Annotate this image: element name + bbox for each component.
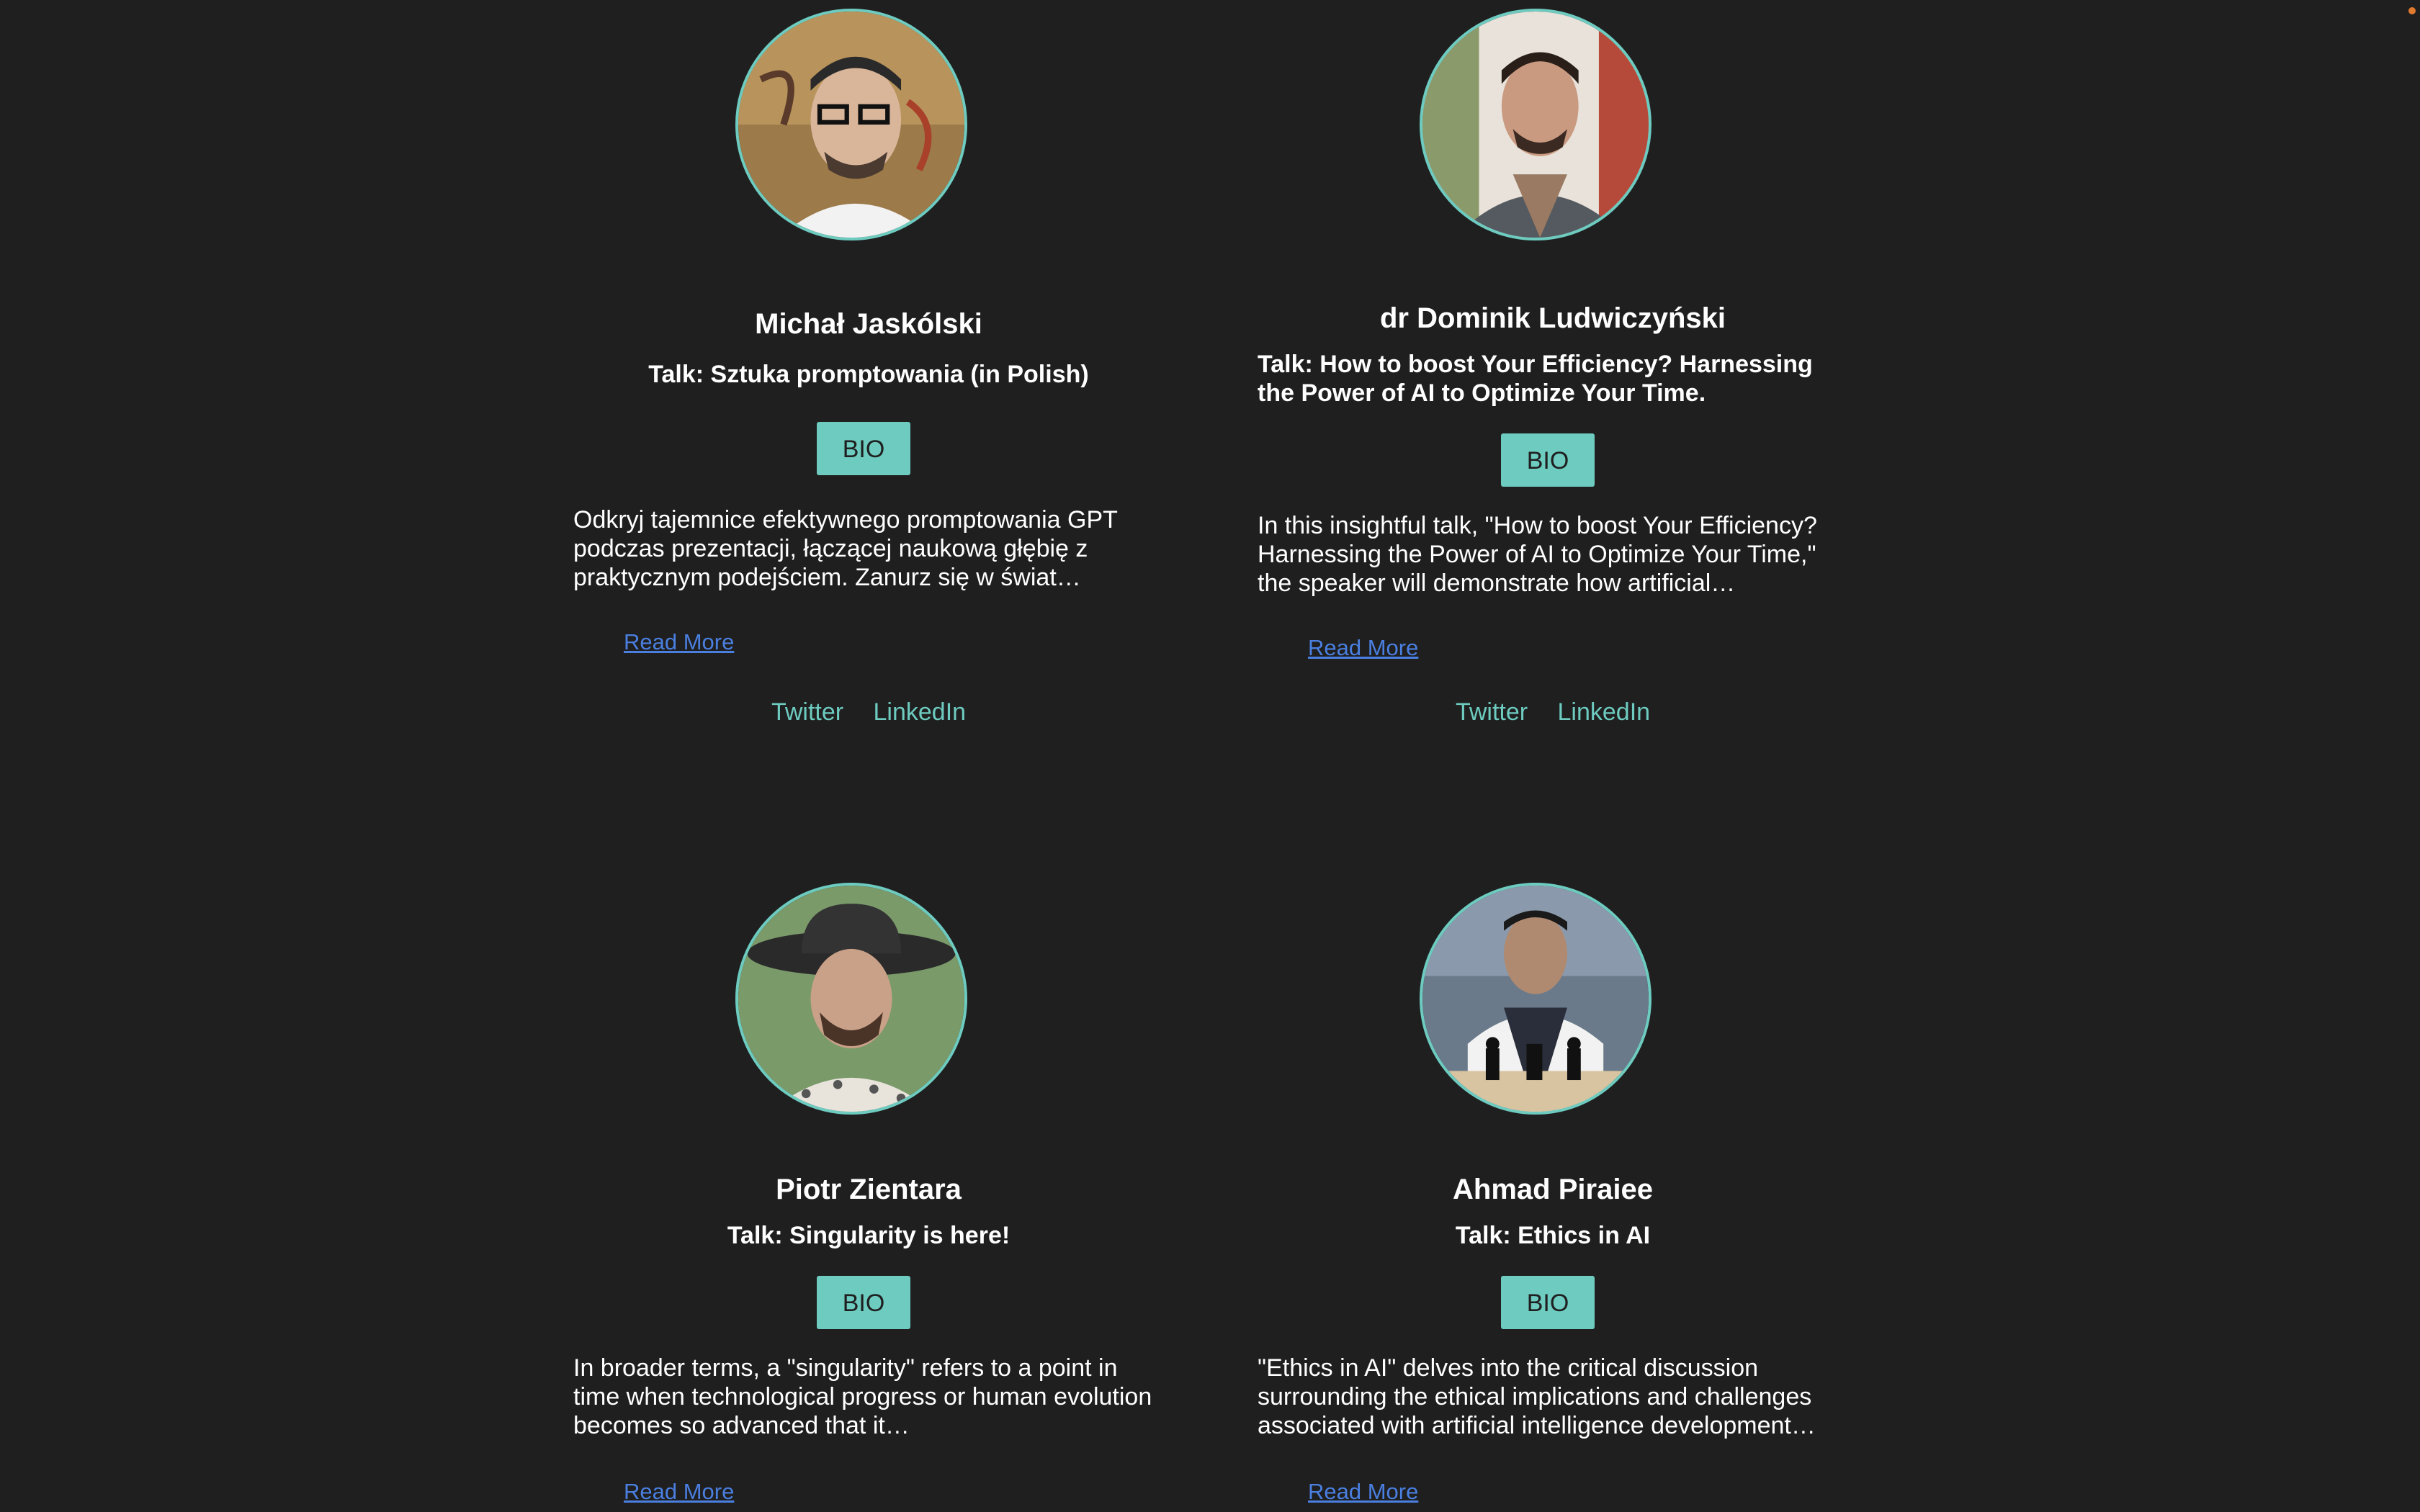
read-more-link[interactable]: Read More bbox=[1308, 1479, 1418, 1505]
bio-button[interactable]: BIO bbox=[1501, 1276, 1595, 1329]
social-links: Twitter LinkedIn bbox=[573, 698, 1164, 726]
talk-description: In this insightful talk, "How to boost Y… bbox=[1258, 512, 1817, 597]
read-more-link[interactable]: Read More bbox=[1308, 635, 1418, 661]
twitter-link[interactable]: Twitter bbox=[771, 698, 843, 726]
read-more-link[interactable]: Read More bbox=[624, 629, 734, 655]
linkedin-link[interactable]: LinkedIn bbox=[874, 698, 967, 726]
speakers-page: Michał Jaskólski Talk: Sztuka promptowan… bbox=[0, 0, 2420, 1512]
speaker-photo bbox=[735, 9, 967, 240]
person-photo-icon bbox=[1422, 12, 1649, 238]
speaker-name: dr Dominik Ludwiczyński bbox=[1379, 302, 1726, 334]
person-photo-icon bbox=[738, 886, 964, 1112]
speaker-photo bbox=[1420, 9, 1652, 240]
status-dot-icon bbox=[2408, 7, 2416, 14]
talk-title: Talk: Singularity is here! bbox=[727, 1222, 1010, 1249]
talk-title: Talk: How to boost Your Efficiency? Harn… bbox=[1258, 351, 1813, 407]
person-photo-icon bbox=[1422, 886, 1649, 1112]
speaker-name: Piotr Zientara bbox=[776, 1174, 962, 1205]
bio-button[interactable]: BIO bbox=[817, 422, 910, 475]
talk-description: "Ethics in AI" delves into the critical … bbox=[1258, 1354, 1816, 1439]
twitter-link[interactable]: Twitter bbox=[1456, 698, 1528, 726]
linkedin-link[interactable]: LinkedIn bbox=[1558, 698, 1651, 726]
person-photo-icon bbox=[738, 12, 964, 238]
social-links: Twitter LinkedIn bbox=[1258, 698, 1848, 726]
talk-title: Talk: Ethics in AI bbox=[1455, 1222, 1651, 1249]
talk-title: Talk: Sztuka promptowania (in Polish) bbox=[648, 361, 1089, 388]
speaker-name: Michał Jaskólski bbox=[755, 308, 982, 340]
speaker-photo bbox=[1420, 883, 1652, 1115]
speaker-name: Ahmad Piraiee bbox=[1453, 1174, 1653, 1205]
bio-button[interactable]: BIO bbox=[817, 1276, 910, 1329]
bio-button[interactable]: BIO bbox=[1501, 433, 1595, 487]
talk-description: In broader terms, a "singularity" refers… bbox=[573, 1354, 1152, 1439]
talk-description: Odkryj tajemnice efektywnego promptowani… bbox=[573, 506, 1118, 591]
speaker-photo bbox=[735, 883, 967, 1115]
read-more-link[interactable]: Read More bbox=[624, 1479, 734, 1505]
